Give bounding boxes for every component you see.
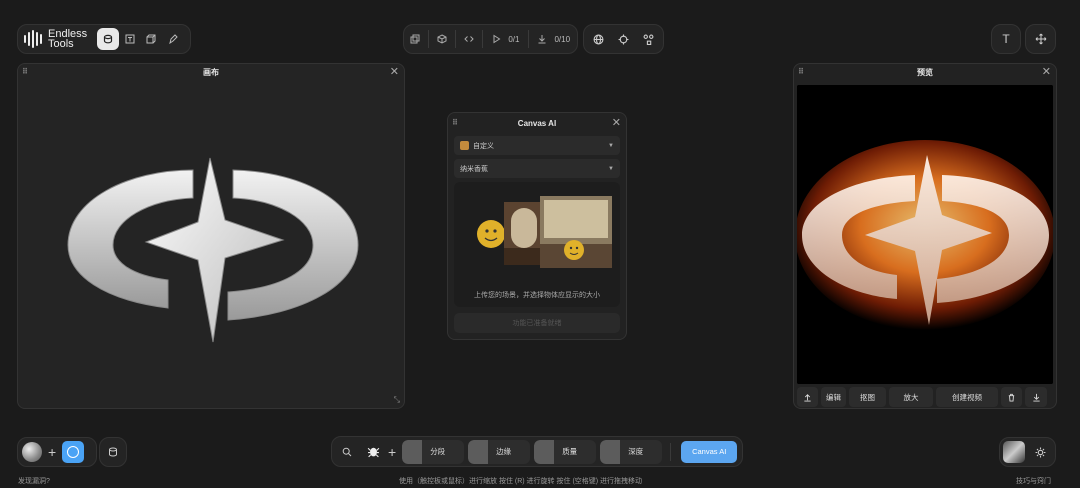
play-icon[interactable]	[489, 28, 503, 50]
sun-icon[interactable]	[1029, 441, 1051, 463]
run-counter: 0/1	[508, 34, 520, 44]
preview-toolbar	[999, 437, 1056, 467]
layers-icon[interactable]	[97, 28, 119, 50]
close-icon[interactable]: ✕	[1042, 65, 1051, 78]
material-ball-icon[interactable]	[22, 442, 42, 462]
text-icon: T	[1002, 32, 1010, 46]
download-icon[interactable]	[535, 28, 549, 50]
chevron-down-icon: ▼	[608, 142, 614, 149]
controls-hint: 使用（触控板或鼠标）进行缩放 按住 (R) 进行旋转 按住 (空格键) 进行拖拽…	[399, 478, 643, 485]
move-tool-button[interactable]	[1025, 24, 1056, 54]
canvas-ai-panel: ⠿ Canvas AI ✕ 自定义 ▼ 纳米香蕉 ▼ 上传您的场景，并选择物体应…	[447, 112, 627, 340]
add-icon[interactable]: +	[48, 444, 56, 460]
download-icon	[1032, 393, 1040, 402]
close-icon[interactable]: ✕	[612, 116, 621, 129]
code-icon[interactable]	[462, 28, 476, 50]
circle-tool-button[interactable]	[62, 441, 85, 463]
preview-panel-header[interactable]: ⠿ 预览 ✕	[794, 64, 1056, 80]
segment-tool[interactable]: 分段	[402, 439, 465, 464]
depth-tool[interactable]: 深度	[600, 439, 663, 464]
bottom-toolbar: + 分段 边缘 质量 深度 Canvas AI	[331, 436, 743, 467]
canvas-3d-object[interactable]	[18, 80, 405, 409]
action-toolbar: 0/1 0/10	[403, 24, 578, 54]
logo-toolbar: Endless Tools	[17, 24, 191, 54]
globe-icon[interactable]	[588, 28, 609, 50]
drag-handle-icon[interactable]: ⠿	[22, 67, 28, 76]
box-icon[interactable]	[435, 28, 449, 50]
style-swatch-icon	[460, 141, 469, 150]
scene-upload-area[interactable]: 上传您的场景，并选择物体应显示的大小	[454, 182, 620, 307]
preview-actions: 编辑 抠图 放大 创建视频	[797, 387, 1054, 407]
download-counter: 0/10	[554, 34, 571, 44]
upload-hint: 上传您的场景，并选择物体应显示的大小	[474, 292, 600, 299]
canvas-panel-header[interactable]: ⠿ 画布 ✕	[18, 64, 404, 80]
example-scene-image	[477, 196, 612, 268]
canvas-ai-title: Canvas AI	[517, 118, 557, 128]
tips-link[interactable]: 技巧与窍门	[1016, 476, 1051, 486]
edge-tool[interactable]: 边缘	[468, 439, 531, 464]
cube-icon[interactable]	[141, 28, 163, 50]
drag-handle-icon[interactable]: ⠿	[798, 67, 804, 76]
logo-icon	[24, 30, 42, 48]
database-icon	[109, 447, 117, 457]
edit-button[interactable]: 编辑	[821, 387, 846, 407]
upload-icon	[804, 393, 811, 402]
object-toolbar: +	[17, 437, 97, 467]
canvas-ai-button[interactable]: Canvas AI	[681, 440, 738, 463]
resize-handle-icon[interactable]: ⤡	[394, 395, 400, 405]
style-select[interactable]: 自定义 ▼	[454, 136, 620, 155]
brush-icon[interactable]	[162, 28, 184, 50]
thumbnail-icon[interactable]	[1003, 441, 1025, 463]
text-tool-button[interactable]: T	[991, 24, 1021, 54]
cutout-button[interactable]: 抠图	[849, 387, 886, 407]
move-icon	[1035, 33, 1046, 45]
canvas-panel: ⠿ 画布 ✕ ⤡	[17, 63, 405, 409]
nodes-icon[interactable]	[638, 28, 659, 50]
model-select[interactable]: 纳米香蕉 ▼	[454, 159, 620, 178]
close-icon[interactable]: ✕	[390, 65, 399, 78]
copy-icon[interactable]	[408, 28, 422, 50]
preview-image	[797, 85, 1053, 384]
trash-icon	[1008, 393, 1015, 402]
target-icon[interactable]	[613, 28, 634, 50]
delete-button[interactable]	[1001, 387, 1022, 407]
quality-tool[interactable]: 质量	[534, 439, 597, 464]
view-toolbar	[583, 24, 664, 54]
canvas-panel-title: 画布	[203, 67, 219, 77]
storage-button[interactable]	[99, 437, 127, 467]
add-icon[interactable]: +	[388, 444, 396, 460]
bug-report-link[interactable]: 发现漏洞?	[18, 476, 50, 486]
chevron-down-icon: ▼	[608, 165, 614, 172]
search-icon[interactable]	[336, 441, 358, 463]
text-box-icon[interactable]	[119, 28, 141, 50]
circle-icon	[67, 446, 80, 458]
upscale-button[interactable]: 放大	[889, 387, 933, 407]
apply-button[interactable]: 功能已准备就绪	[454, 313, 620, 333]
preview-panel-title: 预览	[917, 67, 933, 77]
bug-icon[interactable]	[362, 441, 384, 463]
logo-text: Endless Tools	[48, 28, 88, 50]
upload-button[interactable]	[797, 387, 818, 407]
preview-panel: ⠿ 预览 ✕ 编辑 抠图 放大 创建视频	[793, 63, 1057, 409]
drag-handle-icon[interactable]: ⠿	[452, 118, 458, 127]
canvas-ai-header[interactable]: ⠿ Canvas AI ✕	[448, 113, 626, 133]
download-button[interactable]	[1025, 387, 1047, 407]
create-video-button[interactable]: 创建视频	[936, 387, 998, 407]
